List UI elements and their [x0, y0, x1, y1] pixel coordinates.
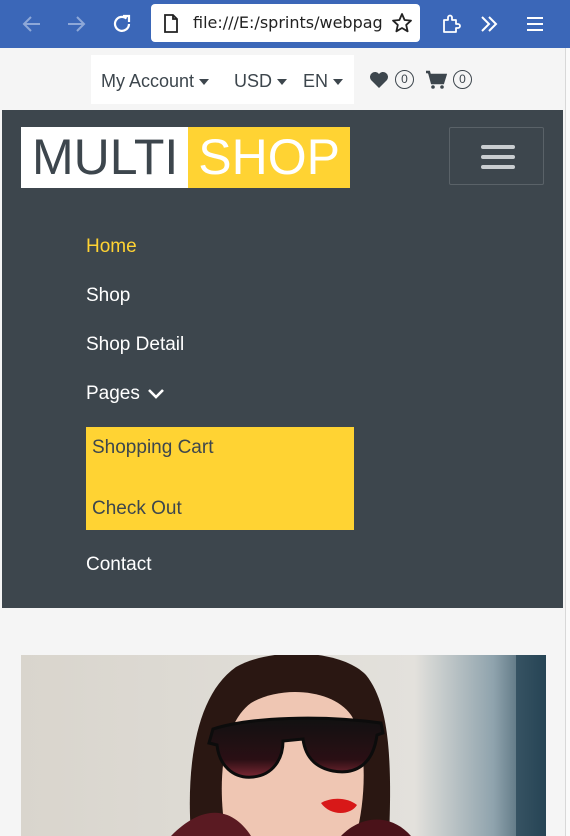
navbar-toggler-button[interactable]: [449, 127, 544, 185]
toggler-bar: [481, 145, 515, 149]
chevrons-right-icon: [481, 16, 498, 32]
hamburger-menu-icon: [527, 17, 543, 31]
cart-link[interactable]: 0: [425, 70, 472, 89]
extensions-button[interactable]: [437, 10, 465, 38]
heart-icon: [370, 71, 388, 88]
hero-image: [21, 655, 546, 836]
puzzle-icon: [443, 14, 461, 33]
currency-label: USD: [234, 71, 273, 91]
star-icon[interactable]: [391, 12, 413, 34]
page-icon: [164, 14, 178, 33]
wishlist-link[interactable]: 0: [369, 70, 414, 89]
arrow-left-icon: [22, 16, 40, 32]
reload-button[interactable]: [108, 10, 136, 38]
wishlist-count: 0: [395, 70, 414, 89]
nav-shop-detail[interactable]: Shop Detail: [86, 334, 184, 356]
caret-down-icon: [277, 79, 288, 86]
nav-pages-label: Pages: [86, 383, 140, 404]
logo-shop: SHOP: [188, 127, 350, 188]
reload-icon: [113, 14, 131, 32]
window-edge: [565, 48, 570, 836]
back-button[interactable]: [18, 10, 46, 38]
topbar-dropdowns: My Account USD EN: [91, 55, 354, 104]
url-text[interactable]: file:///E:/sprints/webpages/index.html: [193, 13, 383, 32]
account-label: My Account: [101, 71, 195, 91]
site-logo[interactable]: MULTI SHOP: [21, 127, 350, 188]
toggler-bar: [481, 165, 515, 169]
caret-down-icon: [199, 79, 210, 86]
language-dropdown[interactable]: EN: [303, 71, 344, 92]
shopping-cart-icon: [426, 70, 447, 89]
woman-sunglasses-illustration: [21, 655, 546, 836]
main-navbar: MULTI SHOP Home Shop Shop Detail Pages S…: [2, 110, 563, 608]
topbar: My Account USD EN 0 0: [2, 48, 563, 110]
account-dropdown[interactable]: My Account: [101, 71, 210, 92]
forward-button[interactable]: [62, 10, 90, 38]
caret-down-icon: [333, 79, 344, 86]
dropdown-item-check-out[interactable]: Check Out: [92, 498, 182, 520]
currency-dropdown[interactable]: USD: [234, 71, 288, 92]
arrow-right-icon: [68, 16, 86, 32]
overflow-button[interactable]: [475, 10, 503, 38]
address-bar[interactable]: file:///E:/sprints/webpages/index.html: [151, 4, 420, 42]
logo-multi: MULTI: [21, 127, 189, 188]
browser-toolbar: file:///E:/sprints/webpages/index.html: [0, 0, 570, 48]
dropdown-item-shopping-cart[interactable]: Shopping Cart: [92, 437, 213, 459]
nav-home[interactable]: Home: [86, 236, 137, 258]
nav-contact[interactable]: Contact: [86, 554, 151, 576]
toggler-bar: [481, 155, 515, 159]
chevron-down-icon: [147, 389, 164, 399]
cart-count: 0: [453, 70, 472, 89]
nav-pages[interactable]: Pages: [86, 383, 165, 405]
browser-menu-button[interactable]: [521, 10, 549, 38]
language-label: EN: [303, 71, 329, 91]
nav-shop[interactable]: Shop: [86, 285, 130, 307]
pages-dropdown-menu: Shopping Cart Check Out: [86, 427, 354, 530]
